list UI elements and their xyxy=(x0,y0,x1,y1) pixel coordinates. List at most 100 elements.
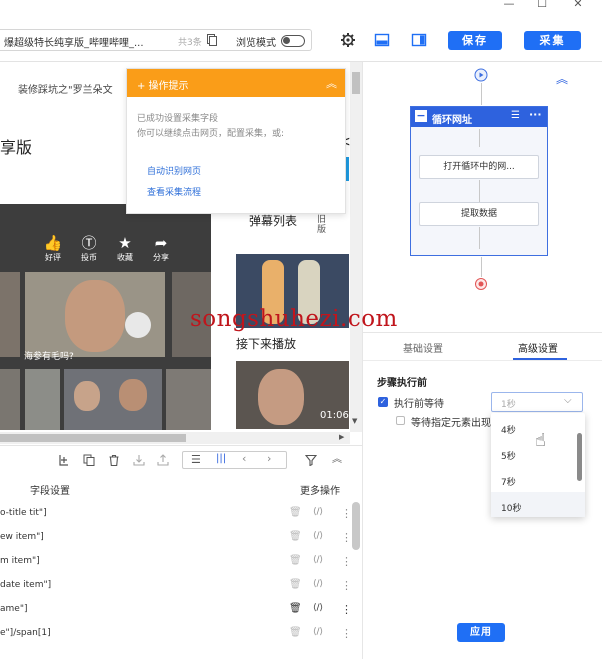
danmaku-list-label[interactable]: 弹幕列表 xyxy=(249,212,297,229)
tab-divider xyxy=(363,360,602,361)
fields-scrollbar[interactable] xyxy=(352,502,360,550)
flow-collapse-icon[interactable]: ︽ xyxy=(556,70,568,87)
like-action[interactable]: 👍 好评 xyxy=(41,234,65,263)
loop-node[interactable]: − 循环网址 ☰ ··· 打开循环中的网... 提取数据 xyxy=(410,106,548,256)
apply-button[interactable]: 应用 xyxy=(457,623,505,642)
tab-advanced-settings[interactable]: 高级设置 xyxy=(518,340,558,355)
browse-mode-toggle[interactable] xyxy=(281,35,305,47)
thumbs-up-icon: 👍 xyxy=(43,234,63,252)
code-icon[interactable]: ⟨/⟩ xyxy=(313,555,323,565)
url-field[interactable]: 爆超级特长纯享版_哔哩哔哩_... 共3条 浏览模式 xyxy=(0,29,312,51)
trash-icon[interactable]: 🗑 xyxy=(289,531,302,542)
dropdown-scrollbar[interactable] xyxy=(577,433,582,481)
share-icon: ➦ xyxy=(154,234,168,252)
scroll-right-icon[interactable]: ▶ xyxy=(339,433,344,441)
more-icon[interactable]: ⋮ xyxy=(341,555,352,568)
code-icon[interactable]: ⟨/⟩ xyxy=(313,579,323,589)
minimize-icon[interactable]: — xyxy=(499,0,519,12)
scroll-down-icon[interactable]: ▼ xyxy=(352,417,357,425)
collect-button[interactable]: 采集 xyxy=(524,31,581,50)
field-row[interactable]: date item"] 🗑 ⟨/⟩ ⋮ xyxy=(0,574,362,598)
next-icon[interactable]: › xyxy=(267,452,271,465)
layout-side-icon[interactable] xyxy=(411,32,427,48)
gear-icon[interactable] xyxy=(340,32,356,48)
more-icon[interactable]: ⋮ xyxy=(341,627,352,640)
list-icon[interactable]: ☰ xyxy=(511,110,520,121)
wait-element-checkbox[interactable] xyxy=(396,416,405,425)
trash-icon[interactable]: 🗑 xyxy=(289,555,302,566)
video-frame xyxy=(25,369,60,430)
filter-icon[interactable] xyxy=(305,454,317,466)
layout-bottom-icon[interactable] xyxy=(374,32,390,48)
wait-before-label: 执行前等待 xyxy=(394,399,444,410)
favorite-action[interactable]: ★ 收藏 xyxy=(113,234,137,263)
open-loop-url-step[interactable]: 打开循环中的网... xyxy=(419,155,539,179)
column-view-icon[interactable]: ||| xyxy=(216,453,226,464)
code-icon[interactable]: ⟨/⟩ xyxy=(313,627,323,637)
collapse-panel-icon[interactable]: ︽ xyxy=(331,454,343,466)
video-duration: 01:06 xyxy=(320,410,349,421)
code-icon[interactable]: ⟨/⟩ xyxy=(313,603,323,613)
second-video-thumbnail[interactable]: 01:06 xyxy=(236,361,349,429)
field-row[interactable]: m item"] 🗑 ⟨/⟩ ⋮ xyxy=(0,550,362,574)
more-icon[interactable]: ⋮ xyxy=(341,531,352,544)
star-icon: ★ xyxy=(118,234,132,252)
loop-collapse-icon[interactable]: − xyxy=(415,110,427,122)
field-row[interactable]: ame"] 🗑 ⟨/⟩ ⋮ xyxy=(0,598,362,622)
collapse-icon[interactable]: ︽ xyxy=(326,75,337,91)
video-headline[interactable]: 装修踩坑之"罗兰朵文 xyxy=(18,81,113,96)
option-5s[interactable]: 5秒 xyxy=(501,449,516,462)
next-play-label: 接下来播放 xyxy=(236,337,297,351)
video-frame xyxy=(0,272,20,357)
trash-icon[interactable]: 🗑 xyxy=(289,507,302,518)
end-node-icon[interactable] xyxy=(475,278,487,290)
more-icon[interactable]: ··· xyxy=(529,108,542,121)
wait-time-select[interactable]: 1秒 ⌵ xyxy=(491,392,583,412)
prev-icon[interactable]: ‹ xyxy=(242,452,246,465)
video-frame xyxy=(0,369,20,430)
old-version-link[interactable]: 旧版 xyxy=(317,215,331,235)
list-view-icon[interactable]: ☰ xyxy=(191,453,201,466)
extract-data-step[interactable]: 提取数据 xyxy=(419,202,539,226)
share-action[interactable]: ➦ 分享 xyxy=(149,234,173,263)
scrollbar-thumb[interactable] xyxy=(0,434,186,442)
field-row[interactable]: e"]/span[1] 🗑 ⟨/⟩ ⋮ xyxy=(0,622,362,646)
page-horizontal-scrollbar[interactable]: ▶ xyxy=(0,432,350,444)
code-icon[interactable]: ⟨/⟩ xyxy=(313,507,323,517)
code-icon[interactable]: ⟨/⟩ xyxy=(313,531,323,541)
import-icon[interactable] xyxy=(133,454,145,466)
trash-icon[interactable] xyxy=(108,454,120,466)
copy-field-icon[interactable] xyxy=(83,454,95,466)
more-icon[interactable]: ⋮ xyxy=(341,603,352,616)
tab-basic-settings[interactable]: 基础设置 xyxy=(403,340,443,355)
flow-connector xyxy=(481,83,482,105)
copy-icon[interactable] xyxy=(207,34,217,46)
wait-before-checkbox[interactable]: ✓ xyxy=(378,397,388,407)
more-icon[interactable]: ⋮ xyxy=(341,579,352,592)
coin-action[interactable]: Ⓣ 投币 xyxy=(77,234,101,263)
view-flow-link[interactable]: 查看采集流程 xyxy=(147,185,201,198)
scrollbar-thumb[interactable] xyxy=(352,72,360,94)
close-window-icon[interactable]: ✕ xyxy=(568,0,588,12)
add-field-icon[interactable] xyxy=(58,454,70,466)
start-node-icon[interactable] xyxy=(474,68,488,82)
option-10s[interactable]: 10秒 xyxy=(501,501,521,514)
hand-cursor-icon: ☝ xyxy=(535,430,546,451)
auto-detect-link[interactable]: 自动识别网页 xyxy=(147,164,201,177)
option-7s[interactable]: 7秒 xyxy=(501,475,516,488)
option-4s[interactable]: 4秒 xyxy=(501,423,516,436)
page-vertical-scrollbar[interactable]: ▼ xyxy=(350,62,362,432)
video-player[interactable]: 👍 好评 Ⓣ 投币 ★ 收藏 ➦ 分享 海参有毛吗? xyxy=(0,204,211,430)
loop-header[interactable]: − 循环网址 ☰ ··· xyxy=(411,107,547,127)
maximize-icon[interactable]: ☐ xyxy=(532,0,552,12)
trash-icon[interactable]: 🗑 xyxy=(289,627,302,638)
trash-icon[interactable]: 🗑 xyxy=(289,579,302,590)
trash-icon[interactable]: 🗑 xyxy=(289,603,302,614)
field-row[interactable]: ew item"] 🗑 ⟨/⟩ ⋮ xyxy=(0,526,362,550)
save-button[interactable]: 保存 xyxy=(448,31,502,50)
flow-connector xyxy=(479,129,480,147)
more-icon[interactable]: ⋮ xyxy=(341,507,352,520)
export-icon[interactable] xyxy=(157,454,169,466)
wait-element-label: 等待指定元素出现 xyxy=(411,418,491,429)
field-row[interactable]: o-title tit"] 🗑 ⟨/⟩ ⋮ xyxy=(0,502,362,526)
